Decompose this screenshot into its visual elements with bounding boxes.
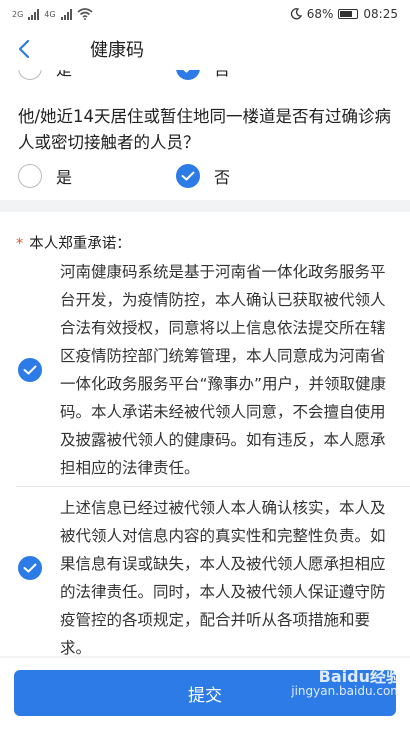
moon-icon (290, 8, 302, 20)
back-button[interactable] (0, 28, 48, 70)
checkmark-icon (181, 171, 195, 181)
nav-bar: 健康码 (0, 28, 410, 70)
question-text: 他/她近14天居住或暂住地同一楼道是否有过确诊病人或密切接触者的人员？ (18, 107, 392, 152)
checkmark-icon (23, 563, 37, 573)
prev-option-no[interactable]: 否 (176, 70, 230, 80)
battery-icon (338, 9, 359, 19)
radio-button[interactable] (18, 70, 42, 80)
page-title: 健康码 (90, 40, 144, 61)
pledge-item-1-text: 河南健康码系统是基于河南省一体化政务服务平台开发，为疫情防控，本人确认已获取被代… (60, 263, 387, 477)
option-no-label: 否 (214, 168, 231, 187)
radio-button[interactable] (176, 70, 200, 80)
signal-icon (60, 8, 72, 20)
status-bar: 2G 4G 68% 08:25 (0, 0, 410, 28)
radio-button[interactable] (176, 164, 200, 188)
status-right: 68% 08:25 (290, 7, 398, 21)
option-yes-label: 是 (56, 168, 73, 187)
wifi-icon (77, 8, 93, 20)
question-panel: 是 否 他/她近14天居住或暂住地同一楼道是否有过确诊病人或密切接触者的人员？ … (0, 70, 410, 200)
pledge-checkbox-2[interactable] (18, 556, 42, 580)
prev-option-yes-label: 是 (56, 70, 72, 80)
signal-icon (28, 8, 40, 20)
clock-time: 08:25 (363, 7, 398, 21)
watermark: Baidu经验 jingyan.baidu.com (291, 667, 402, 699)
signal-label-1: 2G (12, 9, 24, 19)
battery-percent: 68% (306, 7, 334, 21)
radio-button[interactable] (18, 164, 42, 188)
watermark-brand: Baidu经验 (318, 667, 402, 686)
pledge-title: * 本人郑重承诺： (16, 232, 131, 253)
pledge-checkbox-1[interactable] (18, 358, 42, 382)
signal-label-2: 4G (44, 9, 56, 19)
divider (16, 486, 410, 487)
pledge-item-2-text: 上述信息已经过被代领人本人确认核实，本人及被代领人对信息内容的真实性和完整性负责… (60, 499, 386, 657)
pledge-title-text: 本人郑重承诺： (29, 236, 131, 252)
checkmark-icon (183, 70, 190, 73)
chevron-left-icon (18, 39, 30, 59)
option-yes[interactable]: 是 (18, 164, 72, 188)
prev-option-yes[interactable]: 是 (18, 70, 72, 80)
option-no[interactable]: 否 (176, 164, 230, 188)
prev-option-no-label: 否 (214, 70, 230, 80)
checkmark-icon (23, 365, 37, 375)
watermark-url: jingyan.baidu.com (291, 684, 402, 698)
status-left: 2G 4G (12, 8, 93, 20)
required-star: * (16, 236, 24, 252)
